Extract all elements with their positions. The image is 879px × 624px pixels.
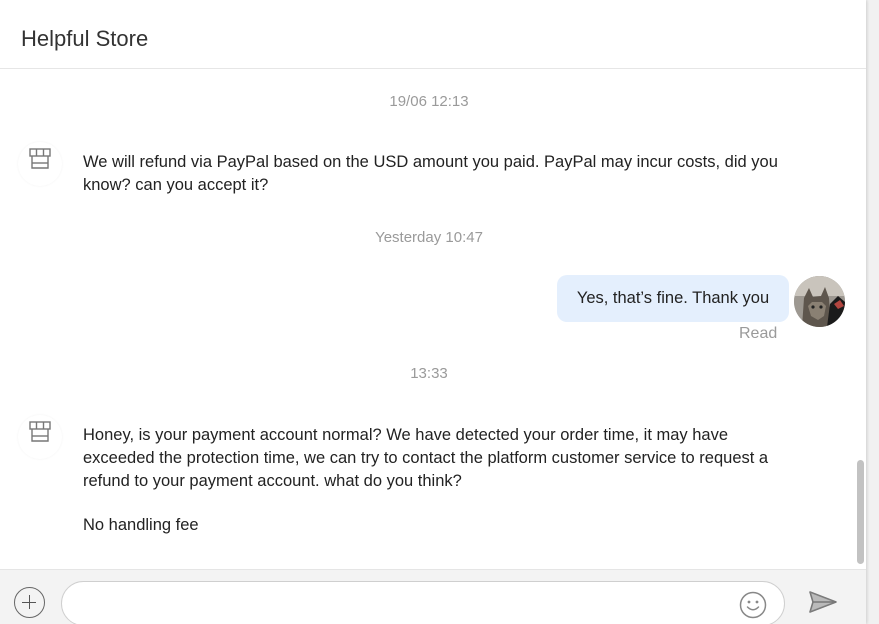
message-input[interactable] xyxy=(80,590,724,618)
message-list[interactable]: 19/06 12:13 We will refund via PayPal ba… xyxy=(0,69,866,569)
timestamp: 13:33 xyxy=(410,365,448,382)
scrollbar-thumb[interactable] xyxy=(857,460,864,564)
send-arrow-icon xyxy=(809,591,837,613)
add-attachment-button[interactable] xyxy=(14,587,45,618)
message-input-box[interactable] xyxy=(61,581,785,624)
incoming-message: We will refund via PayPal based on the U… xyxy=(83,151,783,197)
chat-header: Helpful Store xyxy=(0,0,866,69)
store-icon xyxy=(29,421,51,442)
outgoing-message: Yes, that’s fine. Thank you xyxy=(557,275,789,322)
read-status: Read xyxy=(739,325,778,342)
timestamp: Yesterday 10:47 xyxy=(375,229,483,246)
user-avatar[interactable] xyxy=(794,276,845,327)
message-text: Honey, is your payment account normal? W… xyxy=(83,426,769,490)
store-icon xyxy=(29,148,51,169)
timestamp: 19/06 12:13 xyxy=(389,93,469,110)
store-avatar xyxy=(18,142,62,186)
send-button[interactable] xyxy=(808,590,838,619)
chat-window: Helpful Store 19/06 12:13 We will refund… xyxy=(0,0,866,624)
store-avatar xyxy=(18,415,62,459)
message-text: We will refund via PayPal based on the U… xyxy=(83,153,778,194)
incoming-message: Honey, is your payment account normal? W… xyxy=(83,424,783,537)
smiley-icon xyxy=(739,591,767,619)
message-text: No handling fee xyxy=(83,516,199,534)
composer-bar xyxy=(0,569,866,624)
emoji-button[interactable] xyxy=(739,591,767,624)
cat-photo-icon xyxy=(794,276,845,327)
chat-title: Helpful Store xyxy=(21,26,149,51)
